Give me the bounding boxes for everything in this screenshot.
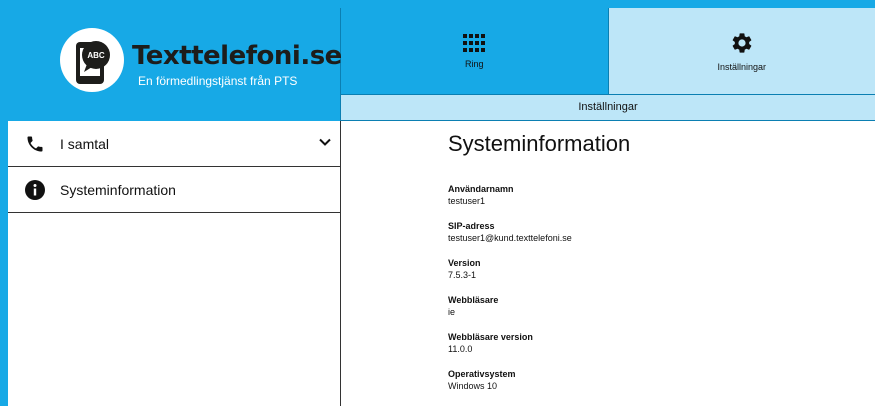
chevron-down-icon[interactable] [318, 135, 332, 154]
field-label: Webbläsare version [448, 332, 533, 342]
info-field-os: Operativsystem Windows 10 [448, 369, 572, 406]
field-label: Version [448, 258, 481, 268]
app-window: ABC Texttelefoni.se En förmedlingstjänst… [8, 8, 875, 406]
tab-ring[interactable]: Ring [341, 8, 609, 94]
field-value: testuser1 [448, 196, 486, 206]
logo-icon: ABC [60, 28, 124, 92]
field-value: 11.0.0 [448, 344, 473, 354]
logo-badge-text: ABC [87, 51, 105, 60]
tab-settings[interactable]: Inställningar [608, 8, 875, 94]
gear-icon [732, 32, 752, 53]
settings-subheader: Inställningar [341, 94, 875, 121]
phone-icon [24, 133, 46, 155]
field-value: testuser1@kund.texttelefoni.se [448, 233, 572, 243]
main-content: Systeminformation Användarnamn testuser1… [341, 121, 875, 406]
sidebar-item-systeminformation[interactable]: Systeminformation [8, 167, 340, 213]
logo-header: ABC Texttelefoni.se En förmedlingstjänst… [8, 8, 342, 121]
field-label: Operativsystem [448, 369, 516, 379]
info-field-version: Version 7.5.3-1 [448, 258, 572, 295]
sidebar: I samtal Systeminformation [8, 121, 341, 406]
field-label: Webbläsare [448, 295, 499, 305]
brand-subtitle: En förmedlingstjänst från PTS [138, 74, 298, 88]
info-field-username: Användarnamn testuser1 [448, 184, 572, 221]
brand-title: Texttelefoni.se [132, 41, 342, 71]
info-field-browser: Webbläsare ie [448, 295, 572, 332]
field-value: 7.5.3-1 [448, 270, 477, 280]
system-info-list: Användarnamn testuser1 SIP-adress testus… [448, 184, 572, 406]
top-navigation: Ring Inställningar [341, 8, 875, 94]
field-label: Användarnamn [448, 184, 514, 194]
tab-settings-label: Inställningar [717, 61, 767, 72]
sidebar-item-label: Systeminformation [60, 181, 176, 198]
field-value: ie [448, 307, 456, 317]
tab-ring-label: Ring [464, 58, 484, 69]
field-label: SIP-adress [448, 221, 495, 231]
info-icon [24, 179, 46, 201]
field-value: Windows 10 [448, 381, 498, 391]
sidebar-item-label: I samtal [60, 135, 110, 152]
page-title: Systeminformation [448, 131, 631, 156]
info-field-browser-version: Webbläsare version 11.0.0 [448, 332, 572, 369]
keypad-icon [463, 33, 486, 52]
sidebar-item-i-samtal[interactable]: I samtal [8, 121, 340, 167]
info-field-sip-address: SIP-adress testuser1@kund.texttelefoni.s… [448, 221, 572, 258]
